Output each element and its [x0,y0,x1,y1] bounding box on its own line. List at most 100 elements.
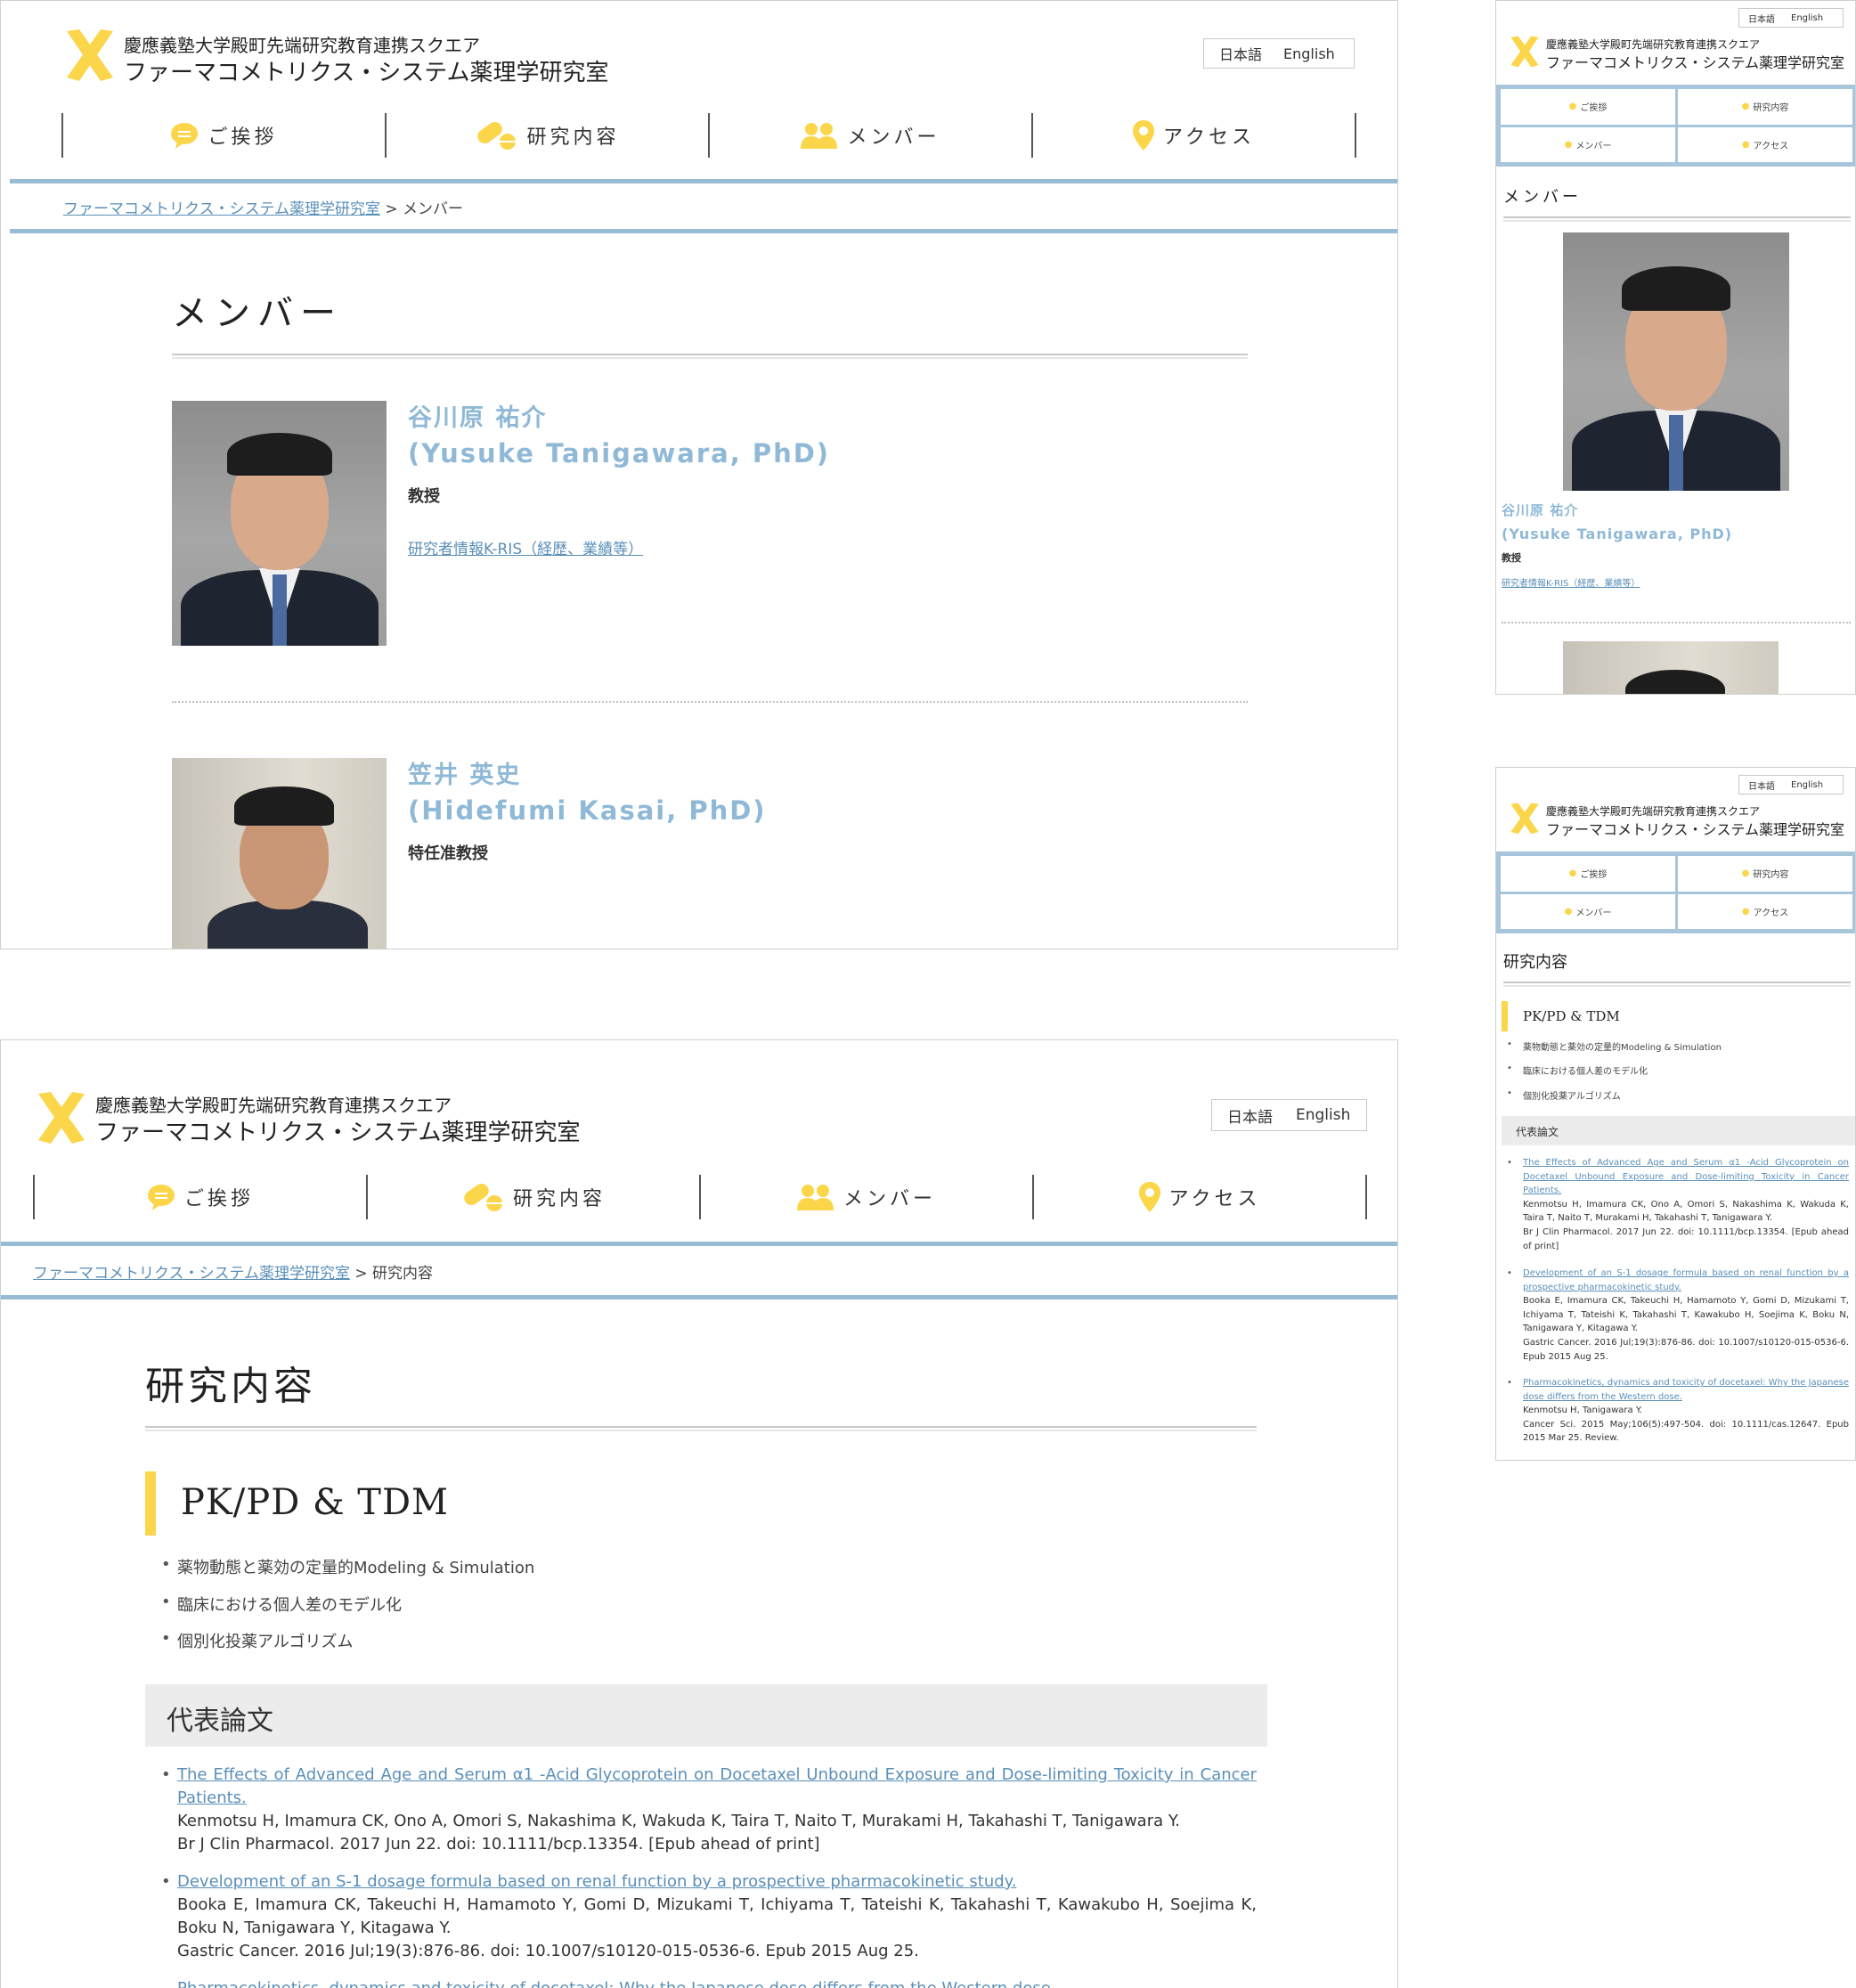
member-kris-link[interactable]: 研究者情報K-RIS（経歴、業績等） [408,536,643,558]
nav-item-access[interactable]: ● アクセス [1678,893,1852,929]
section-marker [145,1471,156,1536]
nav-divider [1,1242,1397,1246]
nav-label: ご挨拶 [183,1188,254,1210]
research-bullet: 臨床における個人差のモデル化 [161,1593,402,1616]
publication-title-link[interactable]: The Effects of Advanced Age and Serum α1… [1523,1158,1849,1195]
nav-item-greeting[interactable]: ● ご挨拶 [1501,89,1675,125]
lang-ja-link[interactable]: 日本語 [1748,12,1775,25]
desktop-research-screenshot: 慶應義塾大学殿町先端研究教育連携スクエア ファーマコメトリクス・システム薬理学研… [0,1039,1398,1988]
nav-label: ご挨拶 [208,126,278,149]
lang-ja-link[interactable]: 日本語 [1748,778,1775,792]
publication-citation: Gastric Cancer. 2016 Jul;19(3):876-86. d… [177,1942,919,1960]
nav-item-members[interactable]: メンバー [708,113,1031,158]
breadcrumb: ファーマコメトリクス・システム薬理学研究室 > 研究内容 [33,1260,433,1283]
mobile-research-screenshot: 日本語 English 慶應義塾大学殿町先端研究教育連携スクエア ファーマコメト… [1495,767,1856,1461]
nav-label: ご挨拶 [1580,870,1608,881]
logo-x-icon[interactable] [1509,35,1541,69]
publication-authors: Booka E, Imamura CK, Takeuchi H, Hamamot… [1523,1296,1849,1334]
nav-label: メンバー [1575,141,1612,151]
nav-item-access[interactable]: ● アクセス [1678,126,1852,162]
people-icon: ● [1564,906,1573,917]
nav-item-greeting[interactable]: ご挨拶 [61,113,385,158]
nav-item-access[interactable]: アクセス [1032,1175,1367,1219]
page-title: メンバー [172,293,343,334]
nav-item-greeting[interactable]: ● ご挨拶 [1501,856,1675,892]
publications-heading-box: 代表論文 [1502,1116,1855,1145]
publications-heading: 代表論文 [167,1706,273,1737]
nav-label: 研究内容 [1753,103,1789,114]
logo-x-icon[interactable] [35,1090,88,1145]
nav-item-access[interactable]: アクセス [1031,113,1356,158]
publication-title-link[interactable]: The Effects of Advanced Age and Serum α1… [177,1765,1257,1807]
publication-title-link[interactable]: Pharmacokinetics, dynamics and toxicity … [1523,1378,1849,1402]
nav-label: 研究内容 [1753,870,1789,881]
member-separator [1502,622,1851,623]
publication-item: Development of an S-1 dosage formula bas… [1507,1267,1849,1364]
lang-en-link[interactable]: English [1283,45,1335,62]
logo-title[interactable]: ファーマコメトリクス・システム薬理学研究室 [95,1114,580,1147]
nav-item-members[interactable]: メンバー [699,1175,1032,1219]
logo-title[interactable]: ファーマコメトリクス・システム薬理学研究室 [1546,51,1844,72]
nav-label: メンバー [847,126,940,149]
speech-bubble-icon: ● [1568,868,1577,879]
logo-title[interactable]: ファーマコメトリクス・システム薬理学研究室 [1546,818,1844,839]
breadcrumb-home-link[interactable]: ファーマコメトリクス・システム薬理学研究室 [63,200,380,218]
logo-x-icon[interactable] [1509,802,1541,835]
lang-en-link[interactable]: English [1791,13,1823,23]
member-separator [172,701,1248,703]
publication-title-link[interactable]: Development of an S-1 dosage formula bas… [177,1872,1016,1891]
publication-citation: Gastric Cancer. 2016 Jul;19(3):876-86. d… [1523,1337,1849,1362]
nav-item-research[interactable]: 研究内容 [366,1175,699,1219]
speech-bubble-icon [147,1185,175,1210]
publication-authors: Booka E, Imamura CK, Takeuchi H, Hamamot… [177,1895,1257,1937]
speech-bubble-icon [171,123,199,149]
nav-label: アクセス [1753,908,1789,918]
nav-divider [10,179,1397,183]
lang-en-link[interactable]: English [1296,1106,1350,1124]
lang-ja-link[interactable]: 日本語 [1219,43,1262,64]
speech-bubble-icon: ● [1568,102,1577,112]
pills-icon: ● [1741,868,1750,879]
nav-item-research[interactable]: ● 研究内容 [1678,856,1852,892]
nav-label: ご挨拶 [1580,103,1608,114]
lang-ja-link[interactable]: 日本語 [1227,1104,1273,1127]
lang-en-link[interactable]: English [1791,780,1823,790]
nav-item-members[interactable]: ● メンバー [1501,893,1675,929]
publication-citation: Cancer Sci. 2015 May;106(5):497-504. doi… [1523,1419,1849,1444]
mobile-nav: ● ご挨拶 ● 研究内容 ● メンバー ● アクセス [1496,85,1855,167]
page-title: 研究内容 [1503,953,1567,972]
language-switcher: 日本語 English [1738,775,1844,794]
publication-title-link[interactable]: Pharmacokinetics, dynamics and toxicity … [177,1979,1056,1988]
breadcrumb-divider [1,1295,1397,1300]
research-bullet: 薬物動態と薬効の定量的Modeling & Simulation [161,1555,534,1578]
desktop-members-screenshot: 慶應義塾大学殿町先端研究教育連携スクエア ファーマコメトリクス・システム薬理学研… [0,0,1398,949]
member-kris-link[interactable]: 研究者情報K-RIS（経歴、業績等） [1502,575,1640,589]
nav-label: メンバー [1575,908,1612,918]
publication-item: The Effects of Advanced Age and Serum α1… [1507,1156,1849,1253]
breadcrumb-separator: > [379,200,403,218]
publication-title-link[interactable]: Development of an S-1 dosage formula bas… [1523,1268,1849,1292]
member-name-en: (Yusuke Tanigawara, PhD) [408,438,831,468]
nav-item-research[interactable]: 研究内容 [385,113,708,158]
title-underline [145,1426,1257,1431]
nav-item-research[interactable]: ● 研究内容 [1678,89,1852,125]
nav-item-members[interactable]: ● メンバー [1501,126,1675,162]
publications-heading-box: 代表論文 [145,1684,1267,1747]
breadcrumb-home-link[interactable]: ファーマコメトリクス・システム薬理学研究室 [33,1265,350,1283]
logo-subtitle: 慶應義塾大学殿町先端研究教育連携スクエア [1546,805,1761,818]
logo-x-icon[interactable] [63,28,117,83]
member-photo [1563,232,1789,491]
pills-icon: ● [1741,102,1750,112]
nav-label: アクセス [1753,141,1789,151]
nav-label: アクセス [1163,126,1255,149]
member-name-en: (Yusuke Tanigawara, PhD) [1502,526,1733,542]
page-title: メンバー [1503,188,1582,207]
people-icon [796,1185,834,1210]
section-title: PK/PD & TDM [1523,1008,1620,1024]
member-name-ja: 谷川原 祐介 [408,404,548,432]
member-photo [1563,641,1779,694]
logo-title[interactable]: ファーマコメトリクス・システム薬理学研究室 [124,54,608,87]
map-pin-icon: ● [1741,906,1750,917]
title-underline [1503,216,1851,222]
nav-item-greeting[interactable]: ご挨拶 [33,1175,366,1219]
